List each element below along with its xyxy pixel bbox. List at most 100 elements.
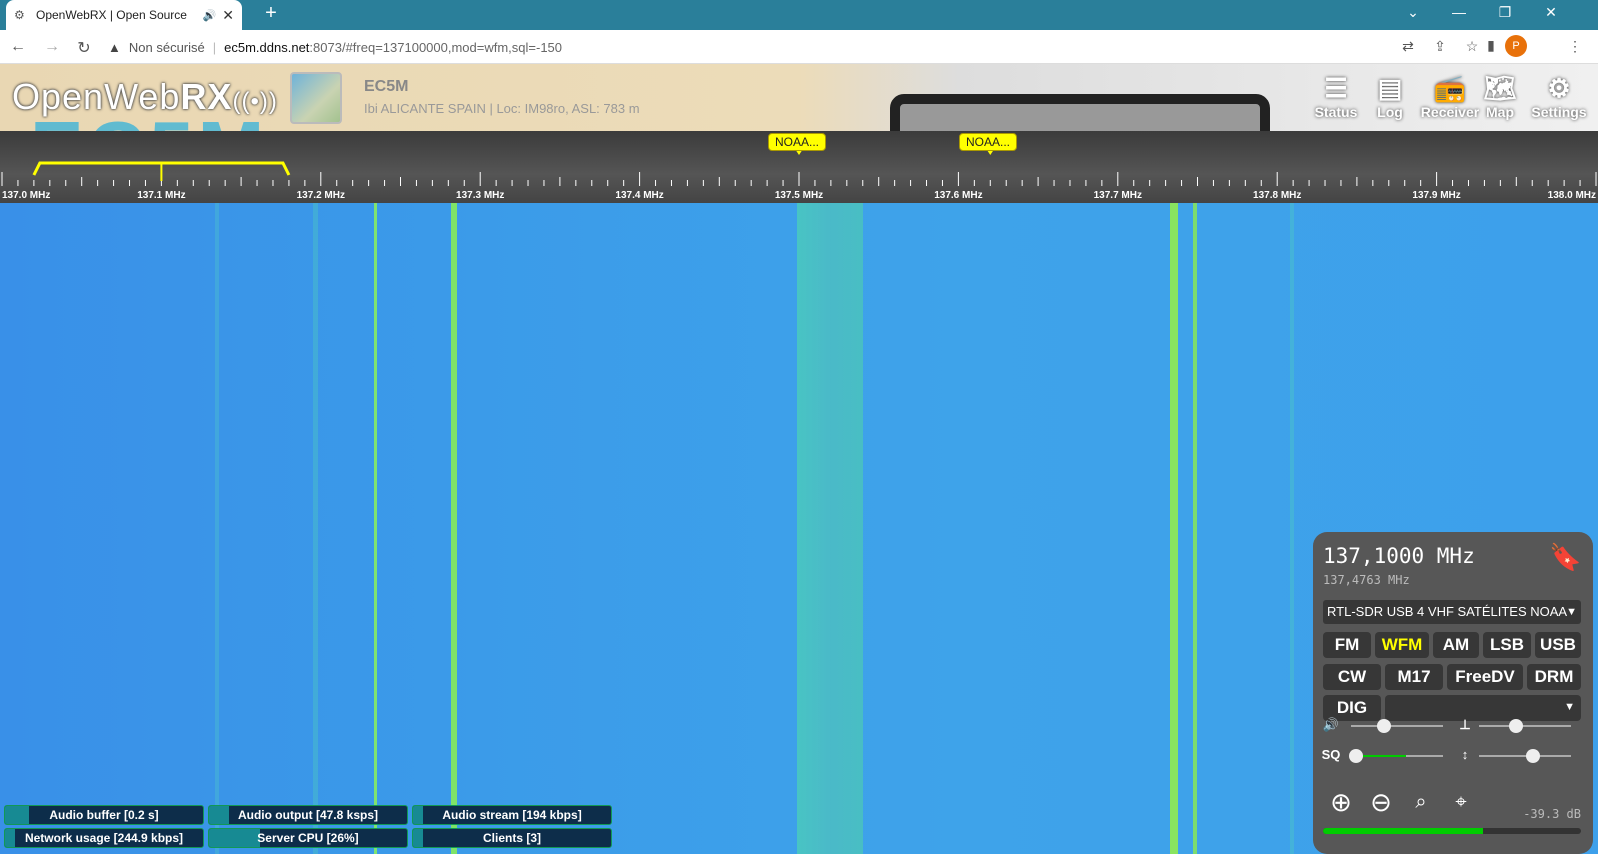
chevron-down-icon: ▼ [1564, 701, 1575, 713]
mode-wfm-button[interactable]: WFM [1375, 632, 1429, 658]
mode-freedv-button[interactable]: FreeDV [1447, 664, 1523, 690]
status-label: Audio stream [194 kbps] [442, 808, 582, 822]
status-label: Audio output [47.8 ksps] [237, 808, 378, 822]
close-window-icon[interactable]: ✕ [1536, 4, 1566, 21]
logo-wave-icon: ((•)) [232, 88, 278, 115]
browser-tab[interactable]: ⚙ OpenWebRX | Open Source 🔊 ✕ [6, 0, 242, 30]
bookmark-noaa-1[interactable]: NOAA... [768, 133, 827, 151]
minimize-icon[interactable]: — [1444, 4, 1474, 20]
zoom-to-center-icon[interactable]: ⌕ [1405, 787, 1437, 819]
waterfall-noaa-signal [797, 203, 863, 854]
agc-knob[interactable] [1526, 749, 1540, 763]
reload-icon[interactable]: ↻ [74, 38, 94, 58]
bookmark-noaa-2[interactable]: NOAA... [959, 133, 1018, 151]
nr-slider[interactable] [1479, 719, 1571, 733]
smeter-value: -39.3 dB [1523, 807, 1581, 821]
noise-reduction-icon[interactable]: ⊥ [1455, 717, 1475, 733]
receiver-panel: 137,1000 MHz 137,4763 MHz 🔖 RTL-SDR USB … [1313, 532, 1593, 854]
openwebrx-logo[interactable]: OpenWebRX((•)) [12, 76, 278, 118]
waterfall-signal [1290, 203, 1294, 854]
station-info: Ibi ALICANTE SPAIN | Loc: IM98ro, ASL: 7… [364, 101, 640, 116]
tab-search-icon[interactable]: ⌄ [1398, 4, 1428, 21]
forward-icon[interactable]: → [42, 38, 62, 56]
status-bar-fill [209, 829, 261, 847]
volume-icon[interactable]: 🔊 [1321, 717, 1341, 733]
nr-knob[interactable] [1509, 719, 1523, 733]
volume-knob[interactable] [1377, 719, 1391, 733]
receiver-button[interactable]: 📻 Receiver [1418, 72, 1482, 120]
url-input[interactable]: ▲ Non sécurisé | ec5m.ddns.net :8073/#fr… [108, 33, 1368, 61]
status-label: Network usage [244.9 kbps] [24, 831, 184, 845]
address-bar-row: ← → ↻ ▲ Non sécurisé | ec5m.ddns.net :80… [0, 30, 1598, 64]
profile-avatar[interactable]: P [1505, 35, 1527, 57]
openwebrx-header: EC5M OpenWebRX((•)) EC5M Ibi ALICANTE SP… [0, 64, 1598, 131]
mode-lsb-button[interactable]: LSB [1483, 632, 1531, 658]
mode-fm-button[interactable]: FM [1323, 632, 1371, 658]
squelch-slider[interactable] [1349, 749, 1443, 763]
waterfall-signal [374, 203, 377, 854]
scale-label: 137.3 MHz [456, 190, 504, 201]
receiver-avatar [290, 72, 342, 124]
restore-icon[interactable]: ❐ [1490, 4, 1520, 21]
receiver-icon: 📻 [1433, 73, 1467, 103]
secondary-frequency: 137,4763 MHz [1323, 573, 1410, 587]
log-button[interactable]: ▤ Log [1362, 72, 1418, 120]
zoom-out-icon[interactable]: ⊖ [1365, 787, 1397, 819]
waterfall-signal [1193, 203, 1197, 854]
security-label[interactable]: Non sécurisé [129, 40, 205, 55]
digital-mode-select[interactable]: ▼ [1385, 695, 1581, 721]
waterfall-signal [313, 203, 318, 854]
status-button[interactable]: ☰ Status [1308, 72, 1364, 120]
menu-icon[interactable]: ⋮ [1565, 38, 1585, 55]
mode-am-button[interactable]: AM [1433, 632, 1479, 658]
scale-label: 137.6 MHz [934, 190, 982, 201]
status-bar-fill [5, 829, 15, 847]
bookmark-icon[interactable]: 🔖 [1549, 542, 1581, 578]
translate-icon[interactable]: ⇄ [1398, 38, 1418, 55]
status-bar-fill [209, 806, 229, 824]
logo-light: OpenWeb [12, 76, 181, 117]
settings-button[interactable]: ⚙ Settings [1526, 72, 1592, 120]
map-button[interactable]: 🗺 Map [1476, 72, 1524, 120]
back-icon[interactable]: ← [8, 38, 28, 56]
status-bar-fill [413, 829, 423, 847]
scale-label: 137.2 MHz [297, 190, 345, 201]
chevron-down-icon: ▼ [1566, 606, 1577, 618]
zoom-reset-icon[interactable]: ⌖ [1445, 787, 1477, 819]
frequency-display[interactable]: 137,1000 MHz [1323, 544, 1475, 568]
agc-icon[interactable]: ↕ [1455, 747, 1475, 762]
warning-icon[interactable]: ▲ [108, 40, 121, 55]
squelch-icon[interactable]: SQ [1321, 747, 1341, 762]
status-label: Server CPU [26%] [257, 831, 359, 845]
audio-stream-status: Audio stream [194 kbps] [412, 805, 612, 825]
scale-label: 137.9 MHz [1412, 190, 1460, 201]
smeter-bar [1323, 828, 1581, 834]
mode-m17-button[interactable]: M17 [1385, 664, 1443, 690]
mode-cw-button[interactable]: CW [1323, 664, 1381, 690]
server-cpu-status: Server CPU [26%] [208, 828, 408, 848]
agc-slider[interactable] [1479, 749, 1571, 763]
url-host: ec5m.ddns.net [224, 39, 310, 55]
log-icon: ▤ [1377, 73, 1403, 103]
close-tab-icon[interactable]: ✕ [222, 7, 234, 24]
zoom-in-icon[interactable]: ⊕ [1325, 787, 1357, 819]
clients-status: Clients [3] [412, 828, 612, 848]
site-favicon-icon: ⚙ [14, 8, 25, 22]
star-icon[interactable]: ☆ [1462, 38, 1482, 55]
mode-drm-button[interactable]: DRM [1527, 664, 1581, 690]
receiver-label: Receiver [1420, 104, 1480, 120]
share-icon[interactable]: ⇪ [1430, 38, 1450, 55]
waterfall-signal [1170, 203, 1178, 854]
new-tab-button[interactable]: + [258, 2, 284, 28]
side-panel-icon[interactable]: ▮ [1481, 37, 1501, 54]
profile-value: RTL-SDR USB 4 VHF SATÉLITES NOAA [1327, 604, 1568, 619]
squelch-knob[interactable] [1349, 749, 1363, 763]
status-label: Status [1314, 104, 1358, 120]
waterfall-signal [215, 203, 219, 854]
volume-slider[interactable] [1351, 719, 1443, 733]
audio-playing-icon[interactable]: 🔊 [203, 9, 217, 22]
scale-label: 137.8 MHz [1253, 190, 1301, 201]
mode-usb-button[interactable]: USB [1535, 632, 1581, 658]
profile-select[interactable]: RTL-SDR USB 4 VHF SATÉLITES NOAA ▼ [1323, 600, 1581, 624]
scale-label: 137.1 MHz [137, 190, 185, 201]
